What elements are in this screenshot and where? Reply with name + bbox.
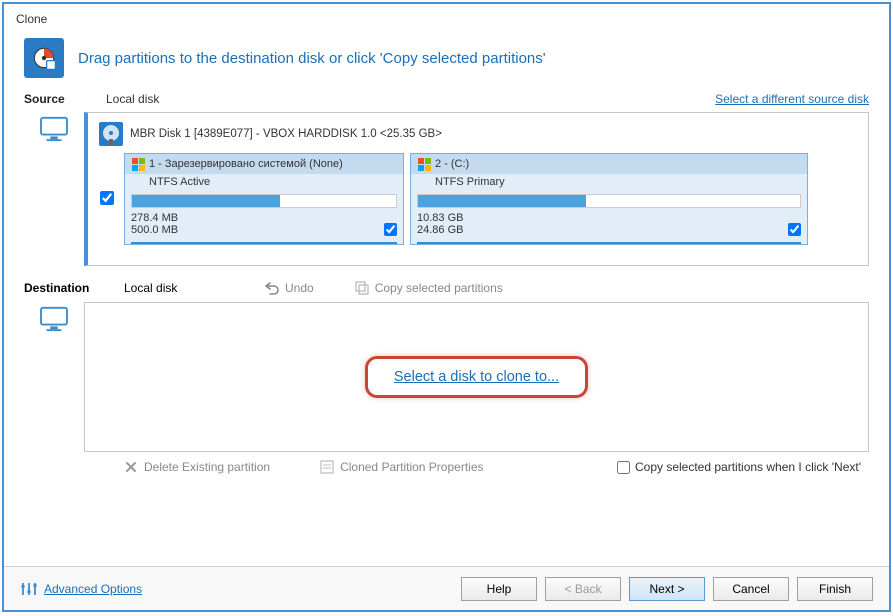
undo-button[interactable]: Undo <box>264 280 314 296</box>
destination-body: Select a disk to clone to... <box>4 302 889 452</box>
destination-type: Local disk <box>124 281 264 295</box>
partition-total: 500.0 MB <box>131 224 178 236</box>
partition-checkbox[interactable] <box>788 223 801 236</box>
destination-panel: Select a disk to clone to... <box>84 302 869 452</box>
partition-card[interactable]: 1 - Зарезервировано системой (None) NTFS… <box>124 153 404 245</box>
sliders-icon <box>20 580 38 598</box>
partition-usage-bar <box>417 194 801 208</box>
cancel-button[interactable]: Cancel <box>713 577 789 601</box>
delete-existing-button[interactable]: Delete Existing partition <box>124 460 270 474</box>
partition-name: 1 - Зарезервировано системой (None) <box>149 158 397 170</box>
windows-icon <box>131 157 145 171</box>
disk-title: MBR Disk 1 [4389E077] - VBOX HARDDISK 1.… <box>130 128 442 140</box>
source-disk-panel: MBR Disk 1 [4389E077] - VBOX HARDDISK 1.… <box>84 112 869 266</box>
partitions-row: 1 - Зарезервировано системой (None) NTFS… <box>98 153 858 245</box>
partition-card[interactable]: 2 - (C:) NTFS Primary 10.83 GB 24.86 GB <box>410 153 808 245</box>
properties-icon <box>320 460 334 474</box>
partition-fs: NTFS Primary <box>411 174 807 194</box>
copy-on-next-checkbox[interactable] <box>617 461 630 474</box>
monitor-icon <box>24 112 84 266</box>
help-button[interactable]: Help <box>461 577 537 601</box>
delete-icon <box>124 460 138 474</box>
partition-checkbox[interactable] <box>384 223 397 236</box>
undo-icon <box>264 280 280 296</box>
select-destination-highlight: Select a disk to clone to... <box>365 356 588 398</box>
destination-header-row: Destination Local disk Undo Copy selecte… <box>4 266 889 302</box>
clone-wizard-window: Clone Drag partitions to the destination… <box>2 2 891 612</box>
next-button[interactable]: Next > <box>629 577 705 601</box>
clone-app-icon <box>24 38 64 78</box>
copy-selected-button[interactable]: Copy selected partitions <box>354 280 503 296</box>
disk-header: MBR Disk 1 [4389E077] - VBOX HARDDISK 1.… <box>98 121 858 147</box>
partition-used: 10.83 GB <box>417 212 463 224</box>
partition-total: 24.86 GB <box>417 224 463 236</box>
partition-usage-bar <box>131 194 397 208</box>
partition-name: 2 - (C:) <box>435 158 801 170</box>
destination-toolbar: Delete Existing partition Cloned Partiti… <box>4 452 889 474</box>
back-button[interactable]: < Back <box>545 577 621 601</box>
cloned-properties-button[interactable]: Cloned Partition Properties <box>320 460 483 474</box>
source-type: Local disk <box>106 92 159 106</box>
copy-icon <box>354 280 370 296</box>
header-instruction: Drag partitions to the destination disk … <box>78 50 546 67</box>
partition-fs: NTFS Active <box>125 174 403 194</box>
header: Drag partitions to the destination disk … <box>4 32 889 92</box>
select-all-partitions-checkbox[interactable] <box>100 191 114 208</box>
window-title: Clone <box>4 4 889 32</box>
advanced-options-link[interactable]: Advanced Options <box>44 582 142 596</box>
copy-on-next-option[interactable]: Copy selected partitions when I click 'N… <box>617 460 869 474</box>
select-disk-to-clone-link[interactable]: Select a disk to clone to... <box>394 369 559 385</box>
wizard-footer: Advanced Options Help < Back Next > Canc… <box>4 566 889 610</box>
finish-button[interactable]: Finish <box>797 577 873 601</box>
hdd-icon <box>98 121 124 147</box>
partition-used: 278.4 MB <box>131 212 178 224</box>
monitor-icon <box>24 302 84 452</box>
source-header-row: Source Local disk Select a different sou… <box>4 92 889 112</box>
source-body: MBR Disk 1 [4389E077] - VBOX HARDDISK 1.… <box>4 112 889 266</box>
destination-label: Destination <box>24 281 124 295</box>
windows-icon <box>417 157 431 171</box>
select-different-source-link[interactable]: Select a different source disk <box>715 92 877 106</box>
source-label: Source <box>24 92 106 106</box>
